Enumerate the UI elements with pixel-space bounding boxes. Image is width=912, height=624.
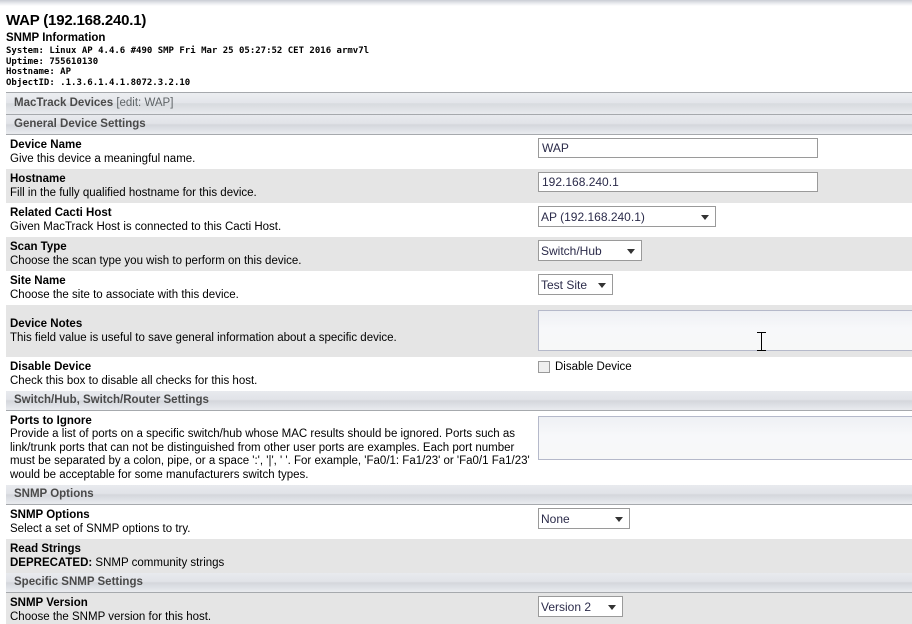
device-edit-form: MacTrack Devices [edit: WAP] General Dev… (6, 92, 912, 624)
page-title: WAP (192.168.240.1) (6, 12, 147, 29)
row-read-strings-input-cell (538, 539, 912, 545)
row-read-strings: Read Strings DEPRECATED: SNMP community … (6, 539, 912, 573)
row-snmp-version-label-cell: SNMP Version Choose the SNMP version for… (6, 593, 538, 624)
row-ports-to-ignore: Ports to Ignore Provide a list of ports … (6, 411, 912, 485)
related-cacti-host-desc: Given MacTrack Host is connected to this… (10, 221, 282, 233)
row-device-name-input-cell (538, 135, 912, 161)
box-title-text: MacTrack Devices (14, 97, 114, 109)
box-title-subtext: [edit: WAP] (116, 97, 174, 109)
device-notes-label: Device Notes (10, 318, 83, 330)
related-cacti-host-select[interactable]: AP (192.168.240.1) (538, 206, 716, 227)
disable-device-checkbox[interactable] (538, 361, 550, 373)
row-ports-to-ignore-input-cell (538, 411, 912, 466)
section-switch-hub-settings: Switch/Hub, Switch/Router Settings (6, 391, 912, 411)
row-snmp-version-input-cell: Version 2 (538, 593, 912, 620)
related-cacti-host-label: Related Cacti Host (10, 207, 112, 219)
snmp-options-label: SNMP Options (10, 509, 90, 521)
snmp-options-select-wrap: None (538, 508, 630, 529)
row-site-name-input-cell: Test Site (538, 271, 912, 298)
scan-type-label: Scan Type (10, 241, 67, 253)
row-device-notes-input-cell (538, 305, 912, 357)
row-scan-type-label-cell: Scan Type Choose the scan type you wish … (6, 237, 538, 271)
site-name-desc: Choose the site to associate with this d… (10, 289, 239, 301)
disable-device-checkbox-group: Disable Device (538, 361, 912, 373)
row-site-name: Site Name Choose the site to associate w… (6, 271, 912, 305)
site-name-select[interactable]: Test Site (538, 274, 613, 295)
ports-to-ignore-label: Ports to Ignore (10, 415, 92, 427)
row-related-cacti-host: Related Cacti Host Given MacTrack Host i… (6, 203, 912, 237)
row-scan-type: Scan Type Choose the scan type you wish … (6, 237, 912, 271)
snmp-version-select-wrap: Version 2 (538, 596, 623, 617)
read-strings-desc: SNMP community strings (95, 557, 225, 569)
disable-device-desc: Check this box to disable all checks for… (10, 375, 258, 387)
page-header: WAP (192.168.240.1) SNMP Information Sys… (0, 6, 912, 88)
row-device-notes-label-cell: Device Notes This field value is useful … (6, 305, 538, 348)
device-notes-desc: This field value is useful to save gener… (10, 332, 397, 344)
scan-type-select-wrap: Switch/Hub (538, 240, 642, 261)
ports-to-ignore-textarea[interactable] (538, 416, 912, 460)
row-hostname: Hostname Fill in the fully qualified hos… (6, 169, 912, 203)
hostname-desc: Fill in the fully qualified hostname for… (10, 187, 257, 199)
snmp-options-desc: Select a set of SNMP options to try. (10, 523, 191, 535)
device-name-input[interactable] (538, 138, 818, 158)
device-notes-textarea[interactable] (538, 310, 912, 351)
section-snmp-options: SNMP Options (6, 485, 912, 505)
page-root: WAP (192.168.240.1) SNMP Information Sys… (0, 0, 912, 624)
hostname-label: Hostname (10, 173, 66, 185)
row-snmp-options: SNMP Options Select a set of SNMP option… (6, 505, 912, 539)
snmp-version-select[interactable]: Version 2 (538, 596, 623, 617)
site-name-select-wrap: Test Site (538, 274, 613, 295)
device-name-label: Device Name (10, 139, 82, 151)
row-hostname-input-cell (538, 169, 912, 195)
read-strings-desc-wrap: DEPRECATED: SNMP community strings (10, 556, 534, 570)
disable-device-label: Disable Device (10, 361, 92, 373)
row-device-notes: Device Notes This field value is useful … (6, 305, 912, 357)
hostname-input[interactable] (538, 172, 818, 192)
section-general-device-settings: General Device Settings (6, 115, 912, 135)
row-snmp-options-input-cell: None (538, 505, 912, 532)
disable-device-checkbox-label: Disable Device (555, 361, 632, 373)
ports-to-ignore-desc: Provide a list of ports on a specific sw… (10, 428, 530, 481)
read-strings-label: Read Strings (10, 543, 81, 555)
snmp-information-details: System: Linux AP 4.4.6 #490 SMP Fri Mar … (6, 46, 370, 88)
row-scan-type-input-cell: Switch/Hub (538, 237, 912, 264)
row-disable-device: Disable Device Check this box to disable… (6, 357, 912, 391)
section-specific-snmp-settings: Specific SNMP Settings (6, 573, 912, 593)
row-snmp-options-label-cell: SNMP Options Select a set of SNMP option… (6, 505, 538, 539)
scan-type-select[interactable]: Switch/Hub (538, 240, 642, 261)
row-related-cacti-host-label-cell: Related Cacti Host Given MacTrack Host i… (6, 203, 538, 237)
row-device-name-label-cell: Device Name Give this device a meaningfu… (6, 135, 538, 169)
related-cacti-host-select-wrap: AP (192.168.240.1) (538, 206, 716, 227)
row-device-name: Device Name Give this device a meaningfu… (6, 135, 912, 169)
row-snmp-version: SNMP Version Choose the SNMP version for… (6, 593, 912, 624)
row-read-strings-label-cell: Read Strings DEPRECATED: SNMP community … (6, 539, 538, 573)
box-title-bar: MacTrack Devices [edit: WAP] (6, 92, 912, 115)
site-name-label: Site Name (10, 275, 66, 287)
snmp-version-label: SNMP Version (10, 597, 88, 609)
snmp-information-heading: SNMP Information (6, 32, 106, 44)
snmp-options-select[interactable]: None (538, 508, 630, 529)
row-related-cacti-host-input-cell: AP (192.168.240.1) (538, 203, 912, 230)
row-hostname-label-cell: Hostname Fill in the fully qualified hos… (6, 169, 538, 203)
row-site-name-label-cell: Site Name Choose the site to associate w… (6, 271, 538, 305)
read-strings-deprecated-tag: DEPRECATED: (10, 557, 93, 569)
row-disable-device-input-cell: Disable Device (538, 357, 912, 376)
row-ports-to-ignore-label-cell: Ports to Ignore Provide a list of ports … (6, 411, 538, 485)
device-name-desc: Give this device a meaningful name. (10, 153, 196, 165)
row-disable-device-label-cell: Disable Device Check this box to disable… (6, 357, 538, 391)
scan-type-desc: Choose the scan type you wish to perform… (10, 255, 302, 267)
snmp-version-desc: Choose the SNMP version for this host. (10, 611, 212, 623)
